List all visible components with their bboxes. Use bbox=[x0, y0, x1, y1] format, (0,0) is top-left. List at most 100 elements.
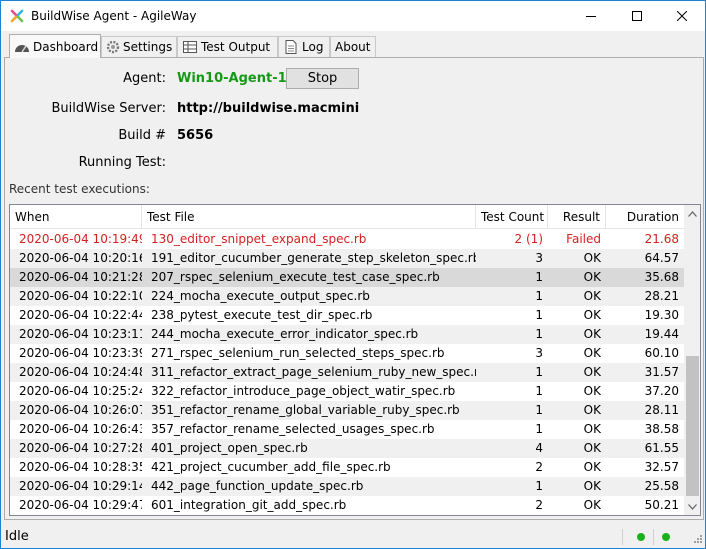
row-when-cell: 2020-06-04 10:23:11 bbox=[19, 327, 142, 341]
tab-label: Log bbox=[302, 40, 324, 54]
scrollbar-thumb[interactable] bbox=[686, 356, 699, 496]
column-header-test-count[interactable]: Test Count bbox=[476, 205, 548, 229]
tab-dashboard[interactable]: Dashboard bbox=[9, 34, 101, 58]
tab-settings[interactable]: Settings bbox=[101, 36, 177, 57]
row-duration-cell: 31.57 bbox=[644, 365, 679, 379]
table-row[interactable]: 2020-06-04 10:19:49 130_editor_snippet_ex… bbox=[10, 230, 684, 249]
table-row[interactable]: 2020-06-04 10:29:14 442_page_function_upd… bbox=[10, 477, 684, 496]
tab-test-output[interactable]: Test Output bbox=[177, 36, 278, 57]
row-duration-cell: 50.21 bbox=[644, 498, 679, 512]
row-result-cell: OK bbox=[583, 384, 601, 398]
chevron-down-icon bbox=[688, 503, 697, 510]
row-test-count-cell: 1 bbox=[535, 479, 543, 493]
row-result-cell: OK bbox=[583, 460, 601, 474]
table-row[interactable]: 2020-06-04 10:24:48 311_refactor_extract_… bbox=[10, 363, 684, 382]
row-test-file-cell: 401_project_open_spec.rb bbox=[151, 441, 308, 455]
close-button[interactable] bbox=[659, 1, 705, 31]
row-when-cell: 2020-06-04 10:29:14 bbox=[19, 479, 142, 493]
vertical-scrollbar[interactable] bbox=[684, 205, 700, 515]
row-test-file-cell: 601_integration_git_add_spec.rb bbox=[151, 498, 347, 512]
chevron-up-icon bbox=[688, 210, 697, 217]
row-result-cell: OK bbox=[583, 403, 601, 417]
row-when-cell: 2020-06-04 10:24:48 bbox=[19, 365, 142, 379]
tab-log[interactable]: Log bbox=[278, 36, 330, 57]
table-icon bbox=[182, 40, 198, 54]
row-test-count-cell: 4 bbox=[535, 441, 543, 455]
title-bar[interactable]: BuildWise Agent - AgileWay bbox=[1, 1, 705, 31]
row-result-cell: OK bbox=[583, 308, 601, 322]
recent-executions-label: Recent test executions: bbox=[9, 182, 150, 196]
row-when-cell: 2020-06-04 10:22:44 bbox=[19, 308, 142, 322]
row-duration-cell: 38.58 bbox=[644, 422, 679, 436]
column-header-when[interactable]: When bbox=[10, 205, 142, 229]
recent-executions-table[interactable]: When Test File Test Count Result Duratio… bbox=[9, 204, 701, 516]
scroll-up-button[interactable] bbox=[684, 205, 700, 222]
minimize-button[interactable] bbox=[568, 1, 614, 31]
table-row[interactable]: 2020-06-04 10:29:47 601_integration_git_a… bbox=[10, 496, 684, 515]
stop-button[interactable]: Stop bbox=[286, 68, 359, 89]
row-when-cell: 2020-06-04 10:25:24 bbox=[19, 384, 142, 398]
table-row[interactable]: 2020-06-04 10:25:24 322_refactor_introduc… bbox=[10, 382, 684, 401]
maximize-icon bbox=[632, 11, 642, 21]
running-test-label: Running Test: bbox=[78, 155, 166, 170]
row-result-cell: OK bbox=[583, 270, 601, 284]
row-result-cell: OK bbox=[583, 346, 601, 360]
row-test-count-cell: 2 bbox=[535, 460, 543, 474]
row-test-count-cell: 1 bbox=[535, 384, 543, 398]
build-value: 5656 bbox=[177, 128, 214, 143]
build-label: Build # bbox=[118, 128, 166, 143]
table-row[interactable]: 2020-06-04 10:22:10 224_mocha_execute_out… bbox=[10, 287, 684, 306]
row-duration-cell: 28.21 bbox=[644, 289, 679, 303]
row-when-cell: 2020-06-04 10:23:39 bbox=[19, 346, 142, 360]
row-test-count-cell: 2 (1) bbox=[514, 232, 543, 246]
row-when-cell: 2020-06-04 10:20:16 bbox=[19, 251, 142, 265]
row-when-cell: 2020-06-04 10:26:43 bbox=[19, 422, 142, 436]
status-separator bbox=[622, 529, 623, 545]
row-duration-cell: 32.57 bbox=[644, 460, 679, 474]
row-test-count-cell: 1 bbox=[535, 270, 543, 284]
table-row[interactable]: 2020-06-04 10:21:28 207_rspec_selenium_ex… bbox=[10, 268, 684, 287]
tab-bar: Dashboard Settings Test Output Log About bbox=[1, 34, 705, 58]
table-row[interactable]: 2020-06-04 10:26:43 357_refactor_rename_s… bbox=[10, 420, 684, 439]
row-test-file-cell: 191_editor_cucumber_generate_step_skelet… bbox=[151, 251, 476, 265]
row-test-count-cell: 1 bbox=[535, 327, 543, 341]
table-row[interactable]: 2020-06-04 10:26:07 351_refactor_rename_g… bbox=[10, 401, 684, 420]
status-bar: Idle bbox=[1, 526, 705, 548]
table-row[interactable]: 2020-06-04 10:22:44 238_pytest_execute_te… bbox=[10, 306, 684, 325]
row-when-cell: 2020-06-04 10:19:49 bbox=[19, 232, 142, 246]
app-window: BuildWise Agent - AgileWay Dashboard Set… bbox=[0, 0, 706, 549]
row-when-cell: 2020-06-04 10:27:28 bbox=[19, 441, 142, 455]
table-row[interactable]: 2020-06-04 10:28:35 421_project_cucumber_… bbox=[10, 458, 684, 477]
row-duration-cell: 25.58 bbox=[644, 479, 679, 493]
row-result-cell: OK bbox=[583, 327, 601, 341]
column-header-test-file[interactable]: Test File bbox=[142, 205, 476, 229]
row-duration-cell: 37.20 bbox=[644, 384, 679, 398]
row-test-file-cell: 224_mocha_execute_output_spec.rb bbox=[151, 289, 370, 303]
row-result-cell: OK bbox=[583, 251, 601, 265]
resize-grip-icon[interactable] bbox=[691, 534, 703, 546]
table-row[interactable]: 2020-06-04 10:27:28 401_project_open_spec… bbox=[10, 439, 684, 458]
window-title: BuildWise Agent - AgileWay bbox=[31, 9, 197, 23]
row-test-file-cell: 271_rspec_selenium_run_selected_steps_sp… bbox=[151, 346, 445, 360]
row-test-file-cell: 244_mocha_execute_error_indicator_spec.r… bbox=[151, 327, 419, 341]
row-test-count-cell: 1 bbox=[535, 422, 543, 436]
status-indicator-dot bbox=[662, 533, 670, 541]
row-duration-cell: 19.44 bbox=[644, 327, 679, 341]
table-row[interactable]: 2020-06-04 10:20:16 191_editor_cucumber_g… bbox=[10, 249, 684, 268]
column-header-result[interactable]: Result bbox=[548, 205, 606, 229]
tab-about[interactable]: About bbox=[330, 36, 376, 57]
maximize-button[interactable] bbox=[614, 1, 660, 31]
status-text: Idle bbox=[5, 529, 29, 544]
table-row[interactable]: 2020-06-04 10:23:11 244_mocha_execute_err… bbox=[10, 325, 684, 344]
row-test-file-cell: 351_refactor_rename_global_variable_ruby… bbox=[151, 403, 460, 417]
gauge-icon bbox=[14, 40, 30, 54]
tab-label: About bbox=[335, 40, 371, 54]
row-test-file-cell: 238_pytest_execute_test_dir_spec.rb bbox=[151, 308, 373, 322]
table-row[interactable]: 2020-06-04 10:23:39 271_rspec_selenium_ru… bbox=[10, 344, 684, 363]
row-when-cell: 2020-06-04 10:26:07 bbox=[19, 403, 142, 417]
scroll-down-button[interactable] bbox=[684, 498, 700, 515]
row-duration-cell: 28.11 bbox=[644, 403, 679, 417]
column-header-duration[interactable]: Duration bbox=[606, 205, 684, 229]
tab-label: Test Output bbox=[201, 40, 271, 54]
row-test-count-cell: 3 bbox=[535, 251, 543, 265]
